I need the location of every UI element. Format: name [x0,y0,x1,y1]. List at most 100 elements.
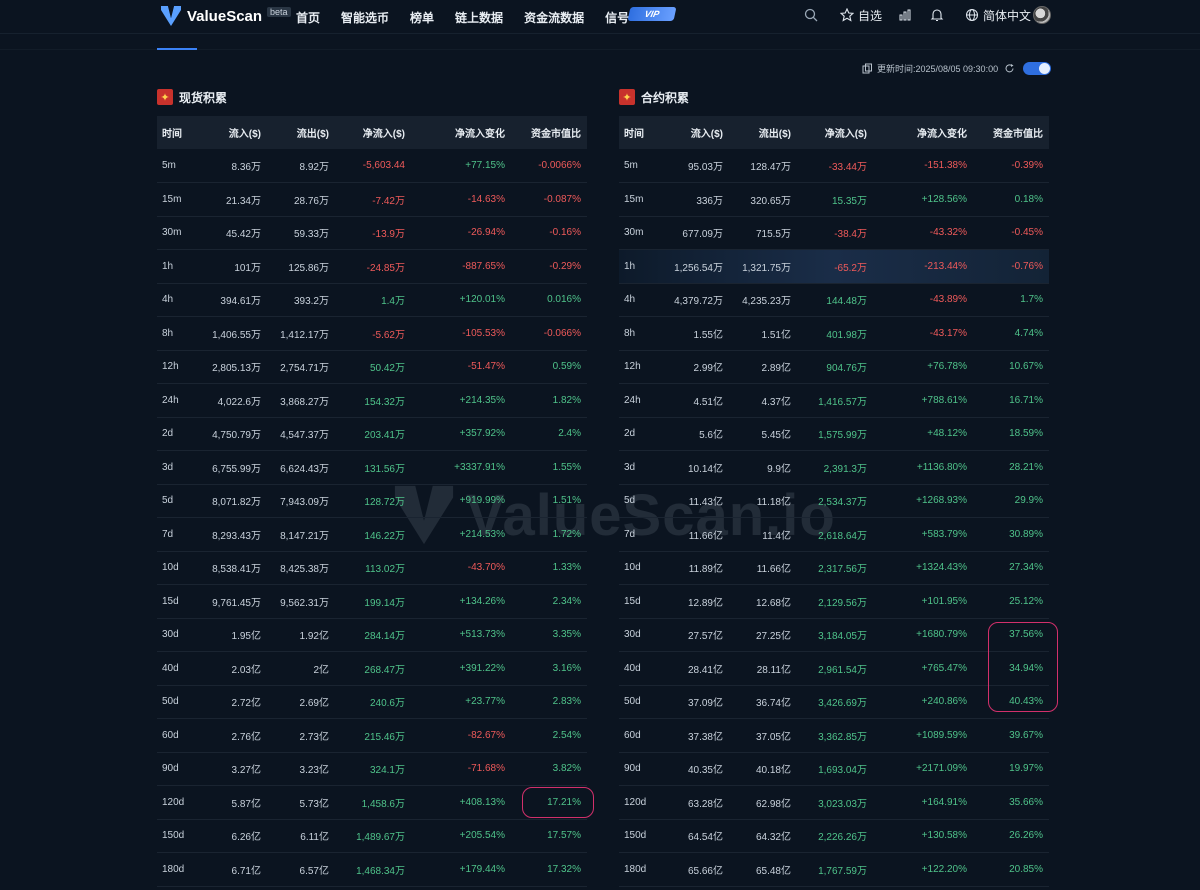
table-row[interactable]: 10d 8,538.41万 8,425.38万 113.02万 -43.70% 1.33% [157,551,587,585]
search-button[interactable] [804,0,818,30]
column-header[interactable]: 净流入变化 [873,116,973,149]
nav-menu-item[interactable]: 资金流数据 [524,9,584,26]
column-header[interactable]: 时间 [157,116,209,149]
update-time: 更新时间:2025/08/05 09:30:00 [877,64,999,74]
table-row[interactable]: 15d 12.89亿 12.68亿 2,129.56万 +101.95% 25.12% [619,585,1049,618]
sparkle-icon: ✦ [157,89,173,105]
nav-menu-item[interactable]: 榜单 [410,9,434,26]
nav-menu-item[interactable]: 智能选币 [341,9,389,26]
table-row[interactable]: 8h 1.55亿 1.51亿 401.98万 -43.17% 4.74% [619,317,1049,350]
table-row[interactable]: 5d 8,071.82万 7,943.09万 128.72万 +919.99% 1.51% [157,484,587,518]
table-row[interactable]: 5m 95.03万 128.47万 -33.44万 -151.38% -0.39% [619,149,1049,183]
table-row[interactable]: 120d 63.28亿 62.98亿 3,023.03万 +164.91% 35.66% [619,786,1049,819]
table-row[interactable]: 30m 45.42万 59.33万 -13.9万 -26.94% -0.16% [157,216,587,250]
table-cell: 11.66亿 [688,530,723,542]
table-cell: 1.4万 [381,296,405,308]
table-row[interactable]: 1h 1,256.54万 1,321.75万 -65.2万 -213.44% -0.76% [619,249,1049,283]
table-cell: +77.15% [465,160,505,171]
table-row[interactable]: 60d 37.38亿 37.05亿 3,362.85万 +1089.59% 39.67% [619,719,1049,752]
chart-button[interactable] [898,0,912,30]
table-cell: 101万 [234,262,261,274]
table-row[interactable]: 90d 3.27亿 3.23亿 324.1万 -71.68% 3.82% [157,752,587,786]
column-header[interactable]: 时间 [619,116,671,149]
auto-refresh-toggle[interactable] [1023,62,1052,75]
table-row[interactable]: 40d 28.41亿 28.11亿 2,961.54万 +765.47% 34.94% [619,652,1049,685]
column-header[interactable]: 资金市值比 [511,116,587,149]
table-row[interactable]: 120d 5.87亿 5.73亿 1,458.6万 +408.13% 17.21% [157,786,587,819]
table-cell: 11.43亿 [688,497,723,509]
table-row[interactable]: 10d 11.89亿 11.66亿 2,317.56万 +1324.43% 27.34% [619,551,1049,585]
table-cell: 904.76万 [826,363,867,375]
notification-button[interactable] [930,0,944,30]
table-row[interactable]: 2d 5.6亿 5.45亿 1,575.99万 +48.12% 18.59% [619,417,1049,451]
table-cell: 8,147.21万 [280,530,329,542]
column-header[interactable]: 资金市值比 [973,116,1049,149]
table-row[interactable]: 50d 2.72亿 2.69亿 240.6万 +23.77% 2.83% [157,685,587,719]
column-header[interactable]: 流入($) [209,116,267,149]
nav-menu-item[interactable]: 链上数据 [455,9,503,26]
column-header[interactable]: 净流入($) [335,116,411,149]
column-header[interactable]: 流出($) [729,116,797,149]
table-row[interactable]: 30d 27.57亿 27.25亿 3,184.05万 +1680.79% 37.56% [619,618,1049,652]
table-cell: -151.38% [924,160,967,171]
table-cell: 9.9亿 [767,463,791,475]
copy-icon[interactable] [862,63,873,74]
table-row[interactable]: 12h 2.99亿 2.89亿 904.76万 +76.78% 10.67% [619,350,1049,384]
language-selector[interactable]: 简体中文 [965,0,1031,30]
search-icon[interactable] [804,8,818,22]
table-row[interactable]: 50d 37.09亿 36.74亿 3,426.69万 +240.86% 40.43% [619,685,1049,719]
table-row[interactable]: 7d 11.66亿 11.4亿 2,618.64万 +583.79% 30.89% [619,518,1049,551]
user-menu[interactable] [1033,0,1051,30]
refresh-icon[interactable] [1004,63,1015,74]
table-row[interactable]: 150d 6.26亿 6.11亿 1,489.67万 +205.54% 17.57% [157,819,587,853]
table-cell: -33.44万 [828,162,867,173]
favorites-button[interactable]: 自选 [840,0,882,30]
avatar[interactable] [1033,6,1051,24]
table-row[interactable]: 150d 64.54亿 64.32亿 2,226.26万 +130.58% 26.26% [619,819,1049,853]
table-row[interactable]: 30m 677.09万 715.5万 -38.4万 -43.32% -0.45% [619,216,1049,250]
table-row[interactable]: 5d 11.43亿 11.18亿 2,534.37万 +1268.93% 29.9% [619,484,1049,518]
table-row[interactable]: 1h 101万 125.86万 -24.85万 -887.65% -0.29% [157,250,587,283]
column-header[interactable]: 净流入($) [797,116,873,149]
table-row[interactable]: 60d 2.76亿 2.73亿 215.46万 -82.67% 2.54% [157,719,587,752]
table-row[interactable]: 24h 4.51亿 4.37亿 1,416.57万 +788.61% 16.71% [619,384,1049,417]
vip-badge[interactable]: VIP [627,7,677,21]
logo[interactable]: ValueScan beta [160,4,291,28]
table-cell: 15.35万 [831,195,867,207]
table-row[interactable]: 5m 8.36万 8.92万 -5,603.44 +77.15% -0.0066% [157,149,587,183]
column-header[interactable]: 净流入变化 [411,116,511,149]
table-row[interactable]: 3d 10.14亿 9.9亿 2,391.3万 +1136.80% 28.21% [619,451,1049,484]
table-cell: +164.91% [921,796,967,808]
table-cell: 2,129.56万 [818,597,867,609]
table-row[interactable]: 2d 4,750.79万 4,547.37万 203.41万 +357.92% 2.4% [157,417,587,451]
nav-menu-item[interactable]: 首页 [296,9,320,26]
table-cell: -43.70% [467,562,505,574]
table-row[interactable]: 180d 65.66亿 65.48亿 1,767.59万 +122.20% 20.85% [619,853,1049,886]
table-cell: 40d [624,662,641,674]
table-cell: 1,416.57万 [818,396,867,408]
table-row[interactable]: 15d 9,761.45万 9,562.31万 199.14万 +134.26% 2.34… [157,585,587,618]
table-cell: +214.53% [459,528,505,540]
table-row[interactable]: 7d 8,293.43万 8,147.21万 146.22万 +214.53% 1.72% [157,518,587,551]
table-row[interactable]: 12h 2,805.13万 2,754.71万 50.42万 -51.47% 0.59% [157,350,587,384]
bar-chart-icon [898,8,912,22]
table-row[interactable]: 24h 4,022.6万 3,868.27万 154.32万 +214.35% 1.82% [157,384,587,417]
sparkle-icon: ✦ [619,89,635,105]
table-cell: +76.78% [927,361,967,373]
table-row[interactable]: 180d 6.71亿 6.57亿 1,468.34万 +179.44% 17.32% [157,853,587,886]
table-cell: 5.73亿 [299,798,329,810]
table-row[interactable]: 8h 1,406.55万 1,412.17万 -5.62万 -105.53% -0.066… [157,317,587,350]
table-cell: 28.21% [1009,461,1043,473]
table-cell: +1268.93% [916,495,967,507]
table-row[interactable]: 3d 6,755.99万 6,624.43万 131.56万 +3337.91% 1.55… [157,451,587,484]
table-row[interactable]: 15m 336万 320.65万 15.35万 +128.56% 0.18% [619,183,1049,216]
table-row[interactable]: 90d 40.35亿 40.18亿 1,693.04万 +2171.09% 19.97% [619,752,1049,786]
column-header[interactable]: 流出($) [267,116,335,149]
table-row[interactable]: 4h 394.61万 393.2万 1.4万 +120.01% 0.016% [157,283,587,317]
table-row[interactable]: 30d 1.95亿 1.92亿 284.14万 +513.73% 3.35% [157,618,587,652]
table-row[interactable]: 15m 21.34万 28.76万 -7.42万 -14.63% -0.087% [157,183,587,216]
table-row[interactable]: 40d 2.03亿 2亿 268.47万 +391.22% 3.16% [157,652,587,685]
table-row[interactable]: 4h 4,379.72万 4,235.23万 144.48万 -43.89% 1.7% [619,283,1049,317]
nav-menu-item[interactable]: 信号 [605,9,629,26]
column-header[interactable]: 流入($) [671,116,729,149]
